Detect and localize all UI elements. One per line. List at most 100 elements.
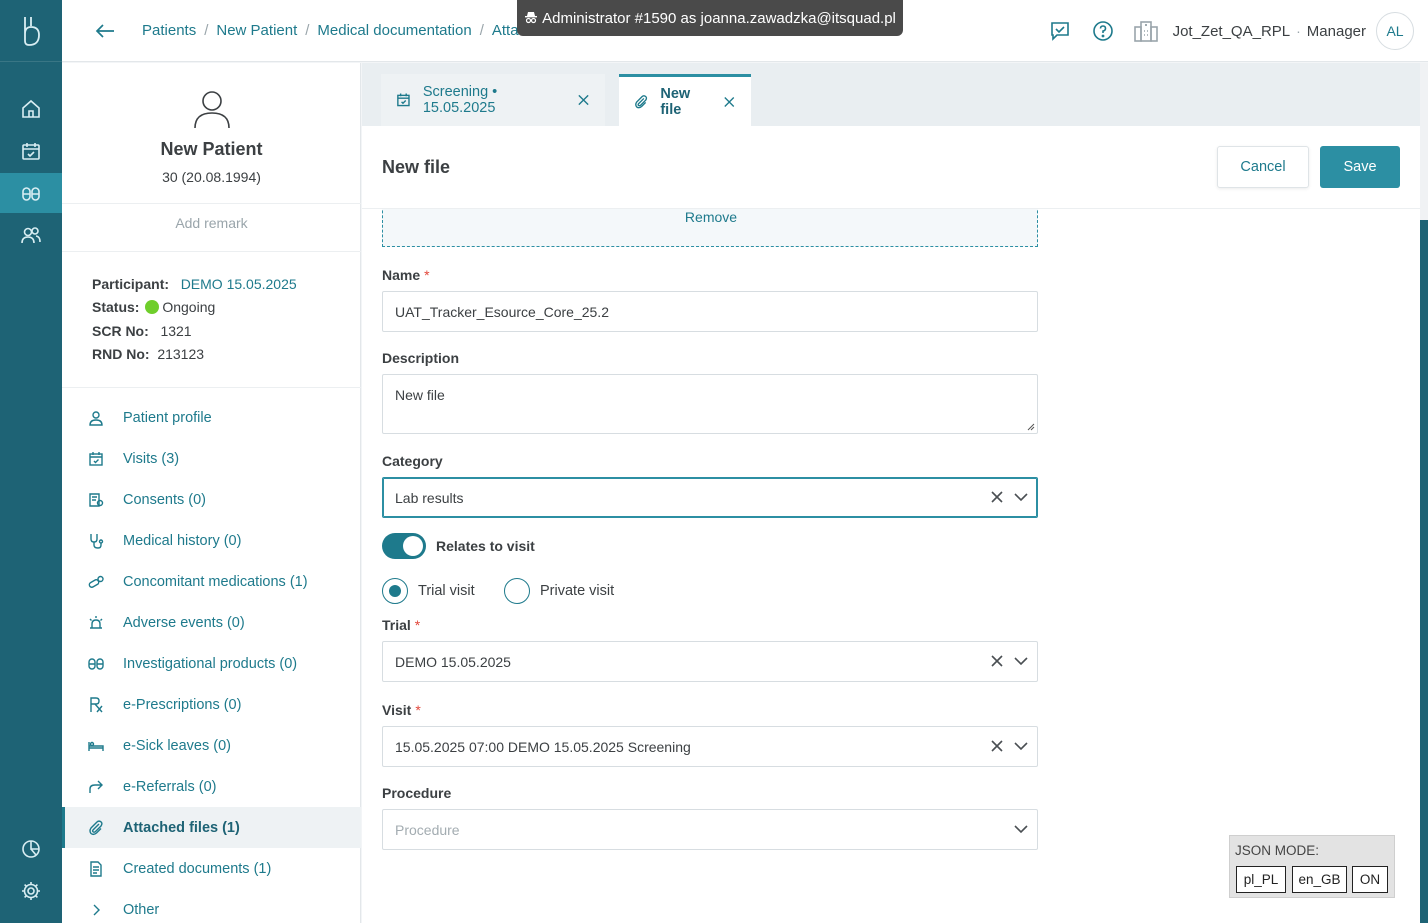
remove-file-link[interactable]: Remove — [383, 209, 1039, 225]
category-select[interactable]: Lab results — [382, 477, 1038, 518]
bed-icon — [88, 741, 104, 751]
stethoscope-icon — [90, 533, 104, 549]
locale-en-button[interactable]: en_GB — [1292, 866, 1347, 893]
nav-e-sick-leaves[interactable]: e-Sick leaves (0) — [62, 725, 361, 766]
trial-value: DEMO 15.05.2025 — [395, 653, 511, 670]
pie-chart-icon — [22, 840, 40, 858]
radio-private-visit[interactable] — [504, 578, 530, 604]
json-mode-toggle-button[interactable]: ON — [1352, 866, 1388, 893]
nav-medical-history[interactable]: Medical history (0) — [62, 520, 361, 561]
trial-select[interactable]: DEMO 15.05.2025 — [382, 641, 1038, 682]
close-icon[interactable] — [577, 93, 590, 107]
patient-nav: Patient profile Visits (3) Consents (0) … — [62, 397, 361, 923]
nav-created-documents[interactable]: Created documents (1) — [62, 848, 361, 889]
rail-patients-products[interactable] — [0, 173, 62, 213]
add-remark-link[interactable]: Add remark — [62, 204, 361, 242]
clear-icon[interactable] — [989, 738, 1005, 754]
calendar-check-icon — [22, 143, 40, 160]
patient-sidebar: New Patient 30 (20.08.1994) Add remark P… — [62, 63, 361, 923]
file-form: Remove New file Cancel Save Name * UAT_Tr… — [362, 126, 1420, 923]
tab-label: New file — [660, 85, 691, 118]
nav-label: Medical history (0) — [123, 532, 242, 549]
back-button[interactable] — [92, 18, 118, 44]
pills-icon — [88, 657, 104, 670]
nav-concomitant-medications[interactable]: Concomitant medications (1) — [62, 561, 361, 602]
nav-label: Concomitant medications (1) — [123, 573, 308, 590]
rail-settings[interactable] — [0, 871, 62, 911]
rail-reports[interactable] — [0, 829, 62, 869]
nav-e-prescriptions[interactable]: e-Prescriptions (0) — [62, 684, 361, 725]
chevron-down-icon[interactable] — [1013, 653, 1029, 669]
nav-visits[interactable]: Visits (3) — [62, 438, 361, 479]
tab-screening[interactable]: Screening • 15.05.2025 — [381, 74, 605, 126]
paperclip-icon — [89, 819, 103, 835]
scrollbar[interactable] — [1420, 63, 1428, 923]
impersonation-text: Administrator #1590 as joanna.zawadzka@i… — [542, 9, 896, 27]
rail-home[interactable] — [0, 89, 62, 129]
relates-to-visit-toggle[interactable] — [382, 533, 426, 559]
description-label: Description — [382, 350, 460, 366]
nav-label: Attached files (1) — [123, 819, 240, 836]
tasks-button[interactable] — [1047, 18, 1073, 44]
close-icon[interactable] — [723, 95, 736, 109]
building-icon — [1133, 21, 1158, 42]
app-rail — [0, 0, 62, 923]
breadcrumb-medical-documentation[interactable]: Medical documentation — [317, 22, 471, 39]
save-button[interactable]: Save — [1320, 146, 1400, 188]
radio-trial-visit-label[interactable]: Trial visit — [418, 583, 475, 599]
tab-new-file[interactable]: New file — [619, 74, 751, 126]
rail-users[interactable] — [0, 215, 62, 255]
calendar-check-icon — [397, 93, 410, 107]
radio-private-visit-label[interactable]: Private visit — [540, 583, 614, 599]
chevron-down-icon[interactable] — [1013, 821, 1029, 837]
document-icon — [90, 860, 102, 877]
tab-label: Screening • 15.05.2025 — [422, 84, 498, 116]
participant-label: Participant: — [92, 276, 170, 292]
breadcrumb-patients[interactable]: Patients — [142, 22, 196, 39]
clear-icon[interactable] — [989, 489, 1005, 505]
share-icon — [89, 780, 103, 793]
organization-button[interactable] — [1133, 18, 1159, 44]
organization-name[interactable]: Jot_Zet_QA_RPL — [1173, 23, 1291, 40]
rnd-label: RND No: — [92, 345, 150, 362]
page-title: New file — [382, 157, 451, 177]
paperclip-icon — [635, 94, 648, 108]
nav-consents[interactable]: Consents (0) — [62, 479, 361, 520]
chevron-down-icon[interactable] — [1013, 738, 1029, 754]
cancel-button[interactable]: Cancel — [1217, 146, 1309, 188]
nav-adverse-events[interactable]: Adverse events (0) — [62, 602, 361, 643]
rail-calendar[interactable] — [0, 131, 62, 171]
resize-handle-icon[interactable] — [1027, 423, 1035, 431]
procedure-select[interactable]: Procedure — [382, 809, 1038, 850]
scrollbar-thumb[interactable] — [1420, 220, 1428, 923]
nav-patient-profile[interactable]: Patient profile — [62, 397, 361, 438]
remark-section: Add remark — [62, 203, 361, 252]
scr-label: SCR No: — [92, 322, 149, 339]
chevron-down-icon[interactable] — [1013, 489, 1029, 505]
header-right: Jot_Zet_QA_RPL · Manager AL — [1047, 12, 1414, 50]
nav-attached-files[interactable]: Attached files (1) — [62, 807, 361, 848]
status-value: Ongoing — [162, 299, 216, 316]
visit-label: Visit * — [382, 702, 421, 718]
clear-icon[interactable] — [989, 653, 1005, 669]
participant-link[interactable]: DEMO 15.05.2025 — [181, 276, 297, 292]
calendar-check-icon — [89, 451, 103, 466]
name-field[interactable]: UAT_Tracker_Esource_Core_25.2 — [382, 291, 1038, 332]
visit-select[interactable]: 15.05.2025 07:00 DEMO 15.05.2025 Screeni… — [382, 726, 1038, 767]
locale-pl-button[interactable]: pl_PL — [1236, 866, 1286, 893]
user-role: Manager — [1306, 22, 1366, 40]
nav-e-referrals[interactable]: e-Referrals (0) — [62, 766, 361, 807]
patient-avatar-icon — [194, 91, 230, 129]
nav-investigational-products[interactable]: Investigational products (0) — [62, 643, 361, 684]
radio-trial-visit[interactable] — [382, 578, 408, 604]
avatar[interactable]: AL — [1376, 12, 1414, 50]
nav-other[interactable]: Other — [62, 889, 361, 923]
users-icon — [21, 227, 41, 244]
person-icon — [89, 410, 103, 426]
description-field[interactable]: New file — [382, 374, 1038, 434]
nav-label: Consents (0) — [123, 491, 207, 508]
app-logo[interactable] — [0, 0, 62, 62]
help-button[interactable] — [1090, 18, 1116, 44]
name-value: UAT_Tracker_Esource_Core_25.2 — [395, 303, 609, 320]
breadcrumb-new-patient[interactable]: New Patient — [216, 22, 297, 39]
